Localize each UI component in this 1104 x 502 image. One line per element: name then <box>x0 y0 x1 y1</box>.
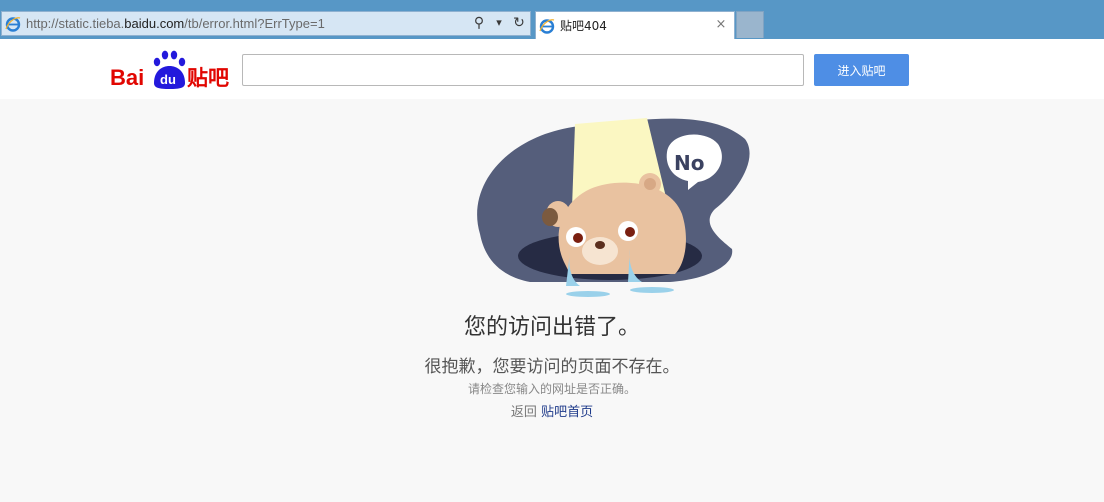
tab-title: 贴吧404 <box>560 19 607 33</box>
url-text[interactable]: http://static.tieba.baidu.com/tb/error.h… <box>26 16 325 31</box>
error-hint: 请检查您输入的网址是否正确。 <box>467 382 636 396</box>
bear-in-hole-illustration: No <box>477 118 750 297</box>
logo-text-bai: Bai <box>110 65 144 89</box>
error-headline: 您的访问出错了。 <box>463 315 640 340</box>
ie-icon <box>5 16 21 32</box>
page-header: Bai du 贴吧 进入贴吧 <box>0 39 1104 99</box>
search-input[interactable] <box>242 54 804 86</box>
tieba-home-link[interactable]: 贴吧首页 <box>541 405 593 420</box>
address-bar-buttons: ⚲ ▾ ↻ <box>472 15 526 31</box>
url-prefix: http://static.tieba. <box>26 16 125 31</box>
error-subheadline: 很抱歉，您要访问的页面不存在。 <box>424 357 680 377</box>
refresh-icon[interactable]: ↻ <box>512 15 526 31</box>
address-bar[interactable]: http://static.tieba.baidu.com/tb/error.h… <box>1 11 531 36</box>
close-icon[interactable]: × <box>714 17 728 32</box>
url-suffix: /tb/error.html?ErrType=1 <box>184 16 325 31</box>
logo-text-du: du <box>160 72 176 87</box>
tab-active[interactable]: 贴吧404 × <box>535 11 735 39</box>
baidu-tieba-logo[interactable]: Bai du 贴吧 <box>110 49 235 89</box>
ie-icon <box>539 18 555 34</box>
error-page: No 您的访问出错了。 很抱歉，您要访问的页面不存在。 请检查您输入的网址是否正… <box>0 99 1104 502</box>
url-domain: baidu.com <box>124 16 185 31</box>
new-tab-button[interactable] <box>736 11 764 38</box>
search-icon[interactable]: ⚲ <box>472 15 486 31</box>
enter-tieba-button[interactable]: 进入贴吧 <box>814 54 909 86</box>
browser-chrome: http://static.tieba.baidu.com/tb/error.h… <box>0 0 1104 39</box>
dropdown-arrow-icon[interactable]: ▾ <box>492 15 506 31</box>
logo-text-tieba: 贴吧 <box>187 66 229 89</box>
speech-text: No <box>674 151 704 175</box>
back-link-row: 返回 贴吧首页 <box>0 401 1104 420</box>
back-prefix: 返回 <box>510 405 537 420</box>
